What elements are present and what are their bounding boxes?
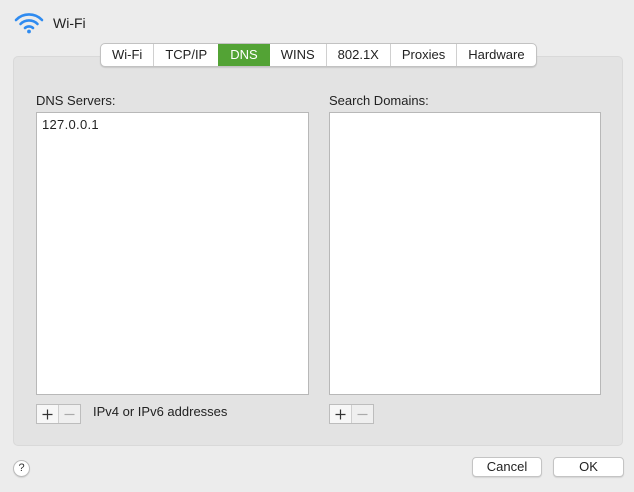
tab-dns[interactable]: DNS <box>218 44 269 66</box>
tab-wifi[interactable]: Wi-Fi <box>101 44 153 66</box>
tab-8021x[interactable]: 802.1X <box>325 44 390 66</box>
ok-button[interactable]: OK <box>553 457 624 477</box>
plus-icon <box>335 409 346 419</box>
dns-servers-list[interactable]: 127.0.0.1 <box>36 112 309 395</box>
dns-plus-minus <box>36 404 81 424</box>
tab-bar: Wi-Fi TCP/IP DNS WINS 802.1X Proxies Har… <box>100 43 537 67</box>
help-button[interactable]: ? <box>13 460 30 477</box>
add-dns-server-button[interactable] <box>37 405 58 423</box>
header-title: Wi-Fi <box>53 15 86 31</box>
add-search-domain-button[interactable] <box>330 405 351 423</box>
search-domains-list[interactable] <box>329 112 601 395</box>
remove-search-domain-button[interactable] <box>351 405 373 423</box>
search-domains-label: Search Domains: <box>329 93 429 108</box>
window-header: Wi-Fi <box>14 11 86 35</box>
minus-icon <box>357 413 368 415</box>
tab-hardware[interactable]: Hardware <box>456 44 535 66</box>
minus-icon <box>64 413 75 415</box>
dns-hint: IPv4 or IPv6 addresses <box>93 404 228 419</box>
remove-dns-server-button[interactable] <box>58 405 80 423</box>
search-plus-minus <box>329 404 374 424</box>
tab-proxies[interactable]: Proxies <box>389 44 456 66</box>
tab-tcpip[interactable]: TCP/IP <box>153 44 218 66</box>
dns-server-item[interactable]: 127.0.0.1 <box>37 115 308 134</box>
cancel-button[interactable]: Cancel <box>472 457 542 477</box>
dns-servers-label: DNS Servers: <box>36 93 116 108</box>
wifi-icon <box>14 13 44 34</box>
plus-icon <box>42 409 53 419</box>
tab-wins[interactable]: WINS <box>268 44 326 66</box>
